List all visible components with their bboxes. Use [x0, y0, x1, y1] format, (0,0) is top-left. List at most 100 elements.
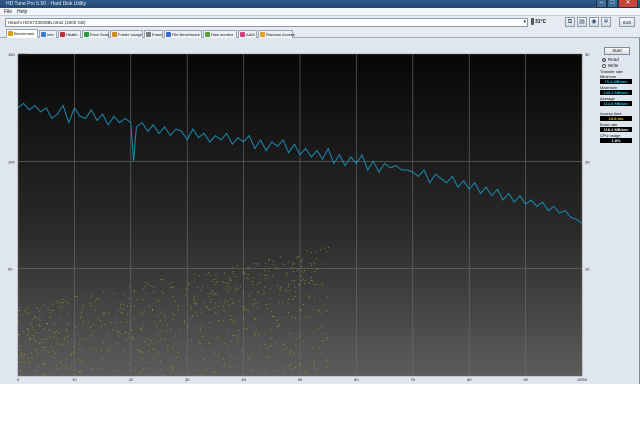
access-time-point [156, 326, 158, 328]
access-time-point [187, 284, 189, 286]
access-time-point [54, 332, 56, 333]
window-title: HD Tune Pro 5.50 - Hard Disk Utility [6, 1, 87, 7]
access-time-point [126, 339, 127, 341]
close-button[interactable]: ✕ [618, 0, 638, 8]
access-time-point [27, 329, 29, 331]
access-time-point [130, 306, 132, 308]
access-time-point [282, 316, 284, 318]
erase-icon [146, 32, 151, 37]
access-time-point [172, 347, 173, 348]
access-time-point [264, 286, 266, 288]
access-time-point [39, 319, 41, 321]
copy-text-button[interactable]: ▤ [577, 17, 587, 27]
access-time-point [43, 364, 45, 365]
access-time-point [65, 301, 67, 302]
title-bar[interactable]: HD Tune Pro 5.50 - Hard Disk Utility – □… [0, 0, 640, 8]
right-axis-unit: ms [577, 52, 582, 57]
access-time-point [143, 313, 145, 315]
access-time-point [118, 331, 120, 333]
access-time-point [196, 326, 198, 328]
menu-file[interactable]: File [4, 8, 12, 16]
access-time-point [32, 329, 34, 331]
tab-file-benchmark[interactable]: File Benchmark [164, 30, 202, 38]
access-time-point [23, 362, 25, 363]
access-time-point [292, 298, 294, 300]
tab-folder-usage[interactable]: Folder Usage [110, 30, 143, 38]
access-time-point [297, 256, 299, 257]
menu-help[interactable]: Help [17, 8, 27, 16]
tab-info[interactable]: Info [39, 30, 57, 38]
benchmark-chart-svg: 15010050 302010 0 10 20 30 40 50 60 70 80 90 100% … [8, 52, 590, 382]
access-time-point [217, 313, 218, 315]
radio-unselected-icon [602, 63, 606, 68]
access-time-point [136, 298, 138, 300]
access-time-point [56, 368, 58, 370]
tab-error-scan[interactable]: Error Scan [82, 30, 109, 38]
access-time-point [187, 326, 189, 327]
access-time-point [118, 335, 119, 337]
access-time-point [110, 321, 112, 323]
access-time-point [87, 321, 89, 323]
access-time-point [263, 291, 265, 293]
access-time-point [186, 288, 187, 290]
access-time-point [116, 322, 117, 324]
access-time-point [227, 290, 229, 292]
write-radio[interactable]: Write [602, 63, 618, 68]
access-time-point [25, 311, 27, 313]
options-button[interactable]: ✲ [601, 17, 611, 27]
access-time-point [299, 319, 301, 321]
access-time-point [303, 304, 305, 305]
access-time-point [129, 363, 130, 365]
minimize-button[interactable]: – [596, 0, 607, 8]
access-time-point [272, 316, 274, 318]
access-time-point [251, 353, 252, 355]
access-time-point [57, 342, 59, 344]
access-time-point [134, 305, 135, 307]
access-time-point [73, 351, 75, 353]
access-time-point [304, 270, 305, 272]
drive-select[interactable]: Hitachi HDS723020BLA642 (2000 GB) ▾ [5, 18, 528, 27]
tab-aam[interactable]: AAM [238, 30, 257, 38]
tab-erase[interactable]: Erase [144, 30, 163, 38]
access-time-point [43, 304, 45, 306]
tab-random-access[interactable]: Random Access [258, 30, 295, 38]
access-time-point [227, 285, 228, 287]
access-time-point [143, 368, 145, 369]
access-time-point [237, 341, 239, 343]
access-time-point [217, 336, 219, 338]
access-time-point [80, 370, 82, 372]
access-time-point [296, 270, 298, 271]
tab-health[interactable]: Health [58, 30, 81, 38]
access-time-point [141, 358, 143, 359]
access-time-point [264, 344, 266, 346]
exit-button[interactable]: Exit [619, 17, 635, 27]
tab-disk-monitor[interactable]: Disk monitor [203, 30, 237, 38]
access-time-point [38, 343, 40, 344]
access-time-point [286, 272, 288, 274]
access-time-point [322, 284, 324, 286]
access-time-point [178, 306, 179, 307]
screenshot-button[interactable]: ◉ [589, 17, 599, 27]
access-time-point [80, 318, 81, 320]
access-time-point [240, 286, 241, 287]
read-radio[interactable]: Read [602, 57, 619, 62]
access-time-point [174, 301, 176, 303]
access-time-point [283, 349, 285, 350]
access-time-point [143, 310, 145, 312]
tab-benchmark[interactable]: Benchmark [6, 29, 38, 38]
access-time-point [116, 316, 117, 318]
access-time-point [90, 334, 92, 336]
access-time-point [49, 336, 51, 338]
access-time-point [172, 313, 174, 315]
maximize-button[interactable]: □ [607, 0, 618, 8]
access-time-point [44, 364, 46, 366]
access-time-point [206, 305, 208, 307]
radio-selected-icon [602, 57, 606, 62]
burst-rate-value: 118.4 MB/sec [600, 127, 632, 132]
access-time-point [79, 339, 81, 341]
access-time-point [44, 374, 46, 376]
access-time-point [300, 260, 302, 262]
start-button[interactable]: Start [604, 47, 630, 55]
copy-info-button[interactable]: ⧉ [565, 17, 575, 27]
access-time-point [256, 302, 258, 304]
